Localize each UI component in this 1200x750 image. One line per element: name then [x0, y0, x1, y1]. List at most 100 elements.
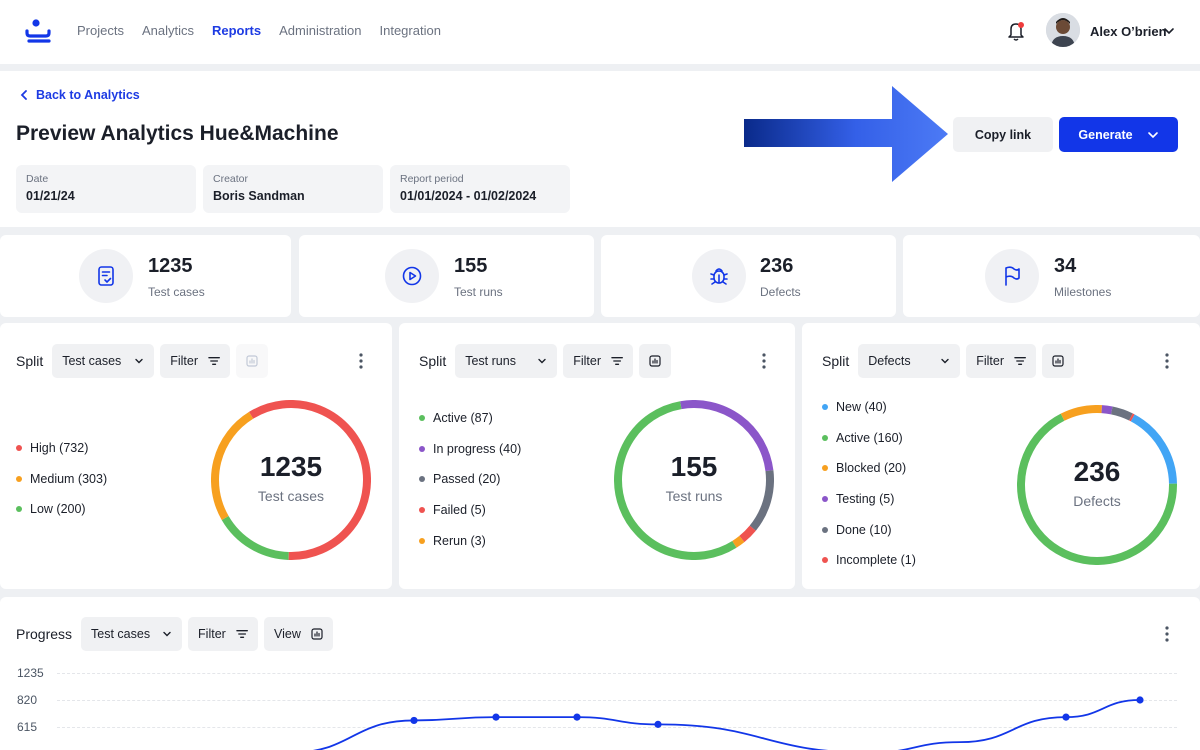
user-name[interactable]: Alex O’brien	[1090, 24, 1167, 39]
back-link[interactable]: Back to Analytics	[20, 88, 140, 102]
progress-point[interactable]	[1062, 713, 1070, 721]
legend-item: Active (160)	[822, 423, 916, 454]
donut-center-label: Test cases	[257, 488, 325, 504]
card-header: Split Defects Filter	[822, 344, 1075, 378]
donut-slice	[739, 525, 756, 543]
legend-label: Passed (20)	[433, 472, 501, 487]
stat-label: Defects	[760, 285, 801, 299]
nav-projects[interactable]: Projects	[77, 23, 124, 38]
chevron-down-icon	[538, 358, 546, 364]
more-options-icon[interactable]	[1165, 353, 1169, 369]
split-card-defects: Split Defects Filter New (40) Active (160…	[802, 323, 1200, 589]
chevron-down-icon[interactable]	[1163, 25, 1175, 37]
app-logo-icon[interactable]	[24, 18, 52, 44]
progress-card: Progress Test cases Filter View 1235 820…	[0, 597, 1200, 750]
filter-label: Filter	[976, 354, 1005, 368]
legend-label: In progress (40)	[433, 441, 522, 456]
stat-value: 34	[1054, 255, 1077, 277]
legend-label: Active (87)	[433, 411, 493, 426]
document-check-icon	[98, 266, 114, 286]
legend-item: Active (87)	[419, 403, 521, 434]
chart-view-button[interactable]	[639, 344, 672, 378]
stat-test-cases[interactable]: 1235 Test cases	[0, 235, 291, 317]
stat-milestones[interactable]: 34 Milestones	[903, 235, 1200, 317]
nav-reports[interactable]: Reports	[212, 23, 261, 38]
stat-icon-wrap	[79, 249, 133, 303]
split-card-test-runs: Split Test runs Filter Active (87) In pro…	[399, 323, 795, 589]
filter-button[interactable]: Filter	[160, 344, 231, 378]
more-options-icon[interactable]	[359, 353, 363, 369]
legend-label: New (40)	[836, 400, 887, 415]
legend-item: Rerun (3)	[419, 525, 521, 556]
split-card-test-cases: Split Test cases Filter High (732) Medium…	[0, 323, 392, 589]
progress-point[interactable]	[492, 713, 500, 721]
legend-label: Incomplete (1)	[836, 553, 916, 568]
legend-item: Low (200)	[16, 494, 107, 525]
split-legend: High (732) Medium (303) Low (200)	[16, 433, 107, 525]
split-select[interactable]: Test cases	[52, 344, 155, 378]
legend-dot	[822, 557, 828, 564]
bar-chart-icon	[1052, 355, 1064, 367]
meta-date-value: 01/21/24	[26, 189, 75, 203]
legend-label: Active (160)	[836, 430, 903, 445]
legend-dot	[822, 404, 828, 411]
nav-administration[interactable]: Administration	[279, 23, 361, 38]
generate-button-label: Generate	[1078, 127, 1133, 142]
chevron-down-icon	[1147, 131, 1158, 138]
donut-slice	[221, 515, 289, 560]
progress-point[interactable]	[654, 720, 662, 728]
back-link-label: Back to Analytics	[36, 88, 140, 102]
meta-period-value: 01/01/2024 - 01/02/2024	[400, 189, 537, 203]
card-title: Split	[419, 353, 447, 369]
nav-analytics[interactable]: Analytics	[142, 23, 194, 38]
legend-dot	[16, 475, 22, 482]
donut-slice	[1110, 406, 1133, 421]
filter-button[interactable]: Filter	[563, 344, 634, 378]
split-select-value: Test runs	[465, 354, 516, 368]
progress-point[interactable]	[573, 713, 581, 721]
donut-slice	[1017, 413, 1177, 565]
stat-value: 236	[760, 255, 794, 277]
notification-bell-icon[interactable]	[1006, 20, 1026, 42]
bar-chart-icon	[649, 355, 661, 367]
page-title: Preview Analytics Hue&Machine	[16, 122, 339, 145]
stat-defects[interactable]: 236 Defects	[601, 235, 896, 317]
donut-slice	[1060, 405, 1103, 421]
main-nav: Projects Analytics Reports Administratio…	[77, 23, 459, 38]
meta-date: Date 01/21/24	[16, 165, 196, 213]
legend-dot	[419, 445, 425, 452]
legend-dot	[419, 476, 425, 483]
stat-test-runs[interactable]: 155 Test runs	[299, 235, 594, 317]
donut-slice	[732, 535, 745, 548]
legend-dot	[419, 537, 425, 544]
generate-button[interactable]: Generate	[1059, 117, 1178, 152]
nav-integration[interactable]: Integration	[380, 23, 441, 38]
progress-point[interactable]	[410, 716, 418, 725]
meta-creator-label: Creator	[213, 173, 249, 185]
meta-creator: Creator Boris Sandman	[203, 165, 383, 213]
split-select[interactable]: Test runs	[455, 344, 558, 378]
legend-label: High (732)	[30, 441, 89, 456]
chart-view-button[interactable]	[1042, 344, 1075, 378]
legend-item: Testing (5)	[822, 484, 916, 515]
legend-label: Low (200)	[30, 502, 86, 517]
legend-dot	[16, 506, 22, 513]
play-circle-icon	[402, 266, 422, 286]
legend-dot	[822, 496, 828, 503]
meta-creator-value: Boris Sandman	[213, 189, 305, 203]
progress-point[interactable]	[1136, 696, 1144, 704]
split-select[interactable]: Defects	[858, 344, 961, 378]
filter-button[interactable]: Filter	[966, 344, 1037, 378]
copy-link-button[interactable]: Copy link	[953, 117, 1053, 152]
chart-view-button[interactable]	[236, 344, 269, 378]
legend-dot	[822, 526, 828, 533]
donut-center-value: 236	[1073, 456, 1121, 487]
more-options-icon[interactable]	[762, 353, 766, 369]
legend-dot	[822, 465, 828, 472]
progress-series-line	[312, 699, 1141, 750]
chevron-left-icon	[20, 90, 27, 100]
pointer-arrow-icon	[744, 86, 948, 182]
legend-item: In progress (40)	[419, 434, 521, 465]
meta-period-label: Report period	[400, 173, 464, 185]
avatar[interactable]	[1046, 13, 1080, 47]
